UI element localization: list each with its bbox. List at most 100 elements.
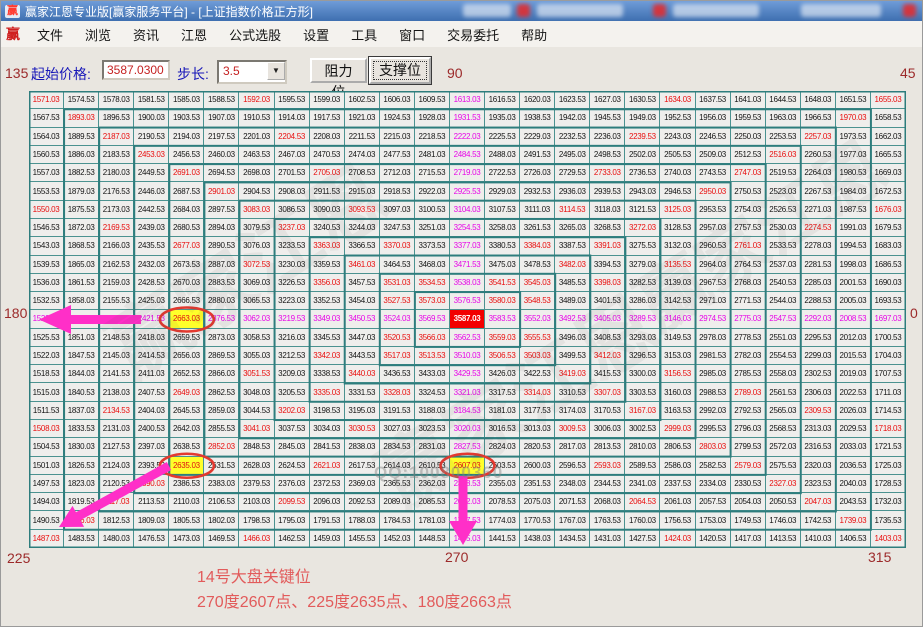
center-cell[interactable]: 2694.53 — [204, 164, 239, 182]
center-cell[interactable]: 2876.53 — [204, 310, 239, 328]
center-cell[interactable]: 3181.03 — [485, 402, 520, 420]
center-cell[interactable]: 2894.03 — [204, 219, 239, 237]
center-cell[interactable]: 3121.53 — [625, 201, 660, 219]
center-cell[interactable]: 1826.53 — [64, 457, 99, 475]
center-cell[interactable]: 1417.03 — [731, 530, 766, 548]
center-cell[interactable]: 2376.03 — [275, 475, 310, 493]
center-cell[interactable]: 2565.03 — [766, 402, 801, 420]
center-cell[interactable]: 3352.53 — [310, 292, 345, 310]
center-cell[interactable]: 1602.53 — [345, 91, 380, 109]
center-cell[interactable]: 2218.53 — [415, 128, 450, 146]
center-cell[interactable]: 2908.03 — [275, 182, 310, 200]
center-cell[interactable]: 2278.03 — [801, 237, 836, 255]
center-cell[interactable]: 1560.53 — [29, 146, 64, 164]
center-cell[interactable]: 3401.53 — [590, 292, 625, 310]
center-cell[interactable]: 2978.03 — [696, 329, 731, 347]
center-cell[interactable]: 2460.03 — [204, 146, 239, 164]
center-cell[interactable]: 1893.03 — [64, 109, 99, 127]
center-cell[interactable]: 2225.53 — [485, 128, 520, 146]
center-cell[interactable]: 3279.03 — [625, 256, 660, 274]
center-cell[interactable]: 1837.03 — [64, 402, 99, 420]
center-cell[interactable]: 1686.53 — [871, 256, 906, 274]
center-cell[interactable]: 1452.03 — [380, 530, 415, 548]
center-cell[interactable]: 3566.03 — [415, 329, 450, 347]
center-cell[interactable]: 2992.03 — [696, 402, 731, 420]
center-cell[interactable]: 2593.03 — [590, 457, 625, 475]
center-cell[interactable]: 2078.53 — [485, 493, 520, 511]
center-cell[interactable]: 2138.03 — [99, 383, 134, 401]
menu-item-5[interactable]: 设置 — [292, 21, 340, 47]
center-cell[interactable]: 3524.03 — [380, 310, 415, 328]
center-cell[interactable]: 3086.53 — [275, 201, 310, 219]
center-cell[interactable]: 2453.03 — [134, 146, 169, 164]
center-cell[interactable]: 2306.03 — [801, 383, 836, 401]
center-cell[interactable]: 2873.03 — [204, 329, 239, 347]
center-cell[interactable]: 2838.03 — [345, 438, 380, 456]
center-cell[interactable]: 1690.03 — [871, 274, 906, 292]
center-cell[interactable]: 1630.53 — [625, 91, 660, 109]
center-cell[interactable]: 1515.03 — [29, 383, 64, 401]
menu-item-4[interactable]: 公式选股 — [218, 21, 292, 47]
center-cell[interactable]: 2859.03 — [204, 402, 239, 420]
center-cell[interactable]: 3258.03 — [485, 219, 520, 237]
center-cell[interactable]: 1935.03 — [485, 109, 520, 127]
center-cell[interactable]: 2446.03 — [134, 182, 169, 200]
center-cell[interactable]: 2271.03 — [801, 201, 836, 219]
center-cell[interactable]: 2064.53 — [625, 493, 660, 511]
center-cell[interactable]: 2155.53 — [99, 292, 134, 310]
center-cell[interactable]: 2708.53 — [345, 164, 380, 182]
center-cell[interactable]: 1991.03 — [836, 219, 871, 237]
center-cell[interactable]: 2729.53 — [555, 164, 590, 182]
center-cell[interactable]: 3090.03 — [310, 201, 345, 219]
center-cell[interactable]: 2390.03 — [134, 475, 169, 493]
center-cell[interactable]: 1448.53 — [415, 530, 450, 548]
center-cell[interactable]: 3552.03 — [520, 310, 555, 328]
center-cell[interactable]: 1732.03 — [871, 493, 906, 511]
center-cell[interactable]: 2572.03 — [766, 438, 801, 456]
center-cell[interactable]: 3170.53 — [590, 402, 625, 420]
center-cell[interactable]: 1949.03 — [625, 109, 660, 127]
center-cell[interactable]: 3048.03 — [239, 383, 274, 401]
center-cell[interactable]: 1679.53 — [871, 219, 906, 237]
center-cell[interactable]: 2362.03 — [415, 475, 450, 493]
center-cell[interactable]: 2670.03 — [169, 274, 204, 292]
center-cell[interactable]: 2379.53 — [239, 475, 274, 493]
center-cell[interactable]: 3555.53 — [520, 329, 555, 347]
center-cell[interactable]: 1784.53 — [380, 511, 415, 529]
center-cell[interactable]: 2043.53 — [836, 493, 871, 511]
center-cell[interactable]: 2134.53 — [99, 402, 134, 420]
center-cell[interactable]: 2568.53 — [766, 420, 801, 438]
center-cell[interactable]: 2526.53 — [766, 201, 801, 219]
center-cell[interactable]: 2197.53 — [204, 128, 239, 146]
center-cell[interactable]: 3370.03 — [380, 237, 415, 255]
center-cell[interactable]: 1620.03 — [520, 91, 555, 109]
center-cell[interactable]: 2617.53 — [345, 457, 380, 475]
center-cell[interactable]: 2281.53 — [801, 256, 836, 274]
center-cell[interactable]: 3538.03 — [450, 274, 485, 292]
center-cell[interactable]: 1746.03 — [766, 511, 801, 529]
center-cell[interactable]: 2274.53 — [801, 219, 836, 237]
center-cell[interactable]: 2071.53 — [555, 493, 590, 511]
center-cell[interactable]: 2194.03 — [169, 128, 204, 146]
center-cell[interactable]: 3506.53 — [485, 347, 520, 365]
center-cell[interactable]: 2288.53 — [801, 292, 836, 310]
center-cell[interactable]: 2712.03 — [380, 164, 415, 182]
center-cell[interactable]: 1970.03 — [836, 109, 871, 127]
center-cell[interactable]: 2901.03 — [204, 182, 239, 200]
center-cell[interactable]: 2029.53 — [836, 420, 871, 438]
center-cell[interactable]: 1798.53 — [239, 511, 274, 529]
center-cell[interactable]: 2813.53 — [590, 438, 625, 456]
center-cell[interactable]: 1861.53 — [64, 274, 99, 292]
center-cell[interactable]: 2705.03 — [310, 164, 345, 182]
center-cell[interactable]: 2516.03 — [766, 146, 801, 164]
center-cell[interactable]: 2502.03 — [625, 146, 660, 164]
center-cell[interactable]: 2988.53 — [696, 383, 731, 401]
center-cell[interactable]: 3520.53 — [380, 329, 415, 347]
center-cell[interactable]: 2498.53 — [590, 146, 625, 164]
center-cell[interactable]: 3482.03 — [555, 256, 590, 274]
center-cell[interactable]: 3317.53 — [485, 383, 520, 401]
center-cell[interactable]: 1868.53 — [64, 237, 99, 255]
center-cell[interactable]: 2785.53 — [731, 365, 766, 383]
center-cell[interactable]: 1420.53 — [696, 530, 731, 548]
center-cell[interactable]: 1641.03 — [731, 91, 766, 109]
